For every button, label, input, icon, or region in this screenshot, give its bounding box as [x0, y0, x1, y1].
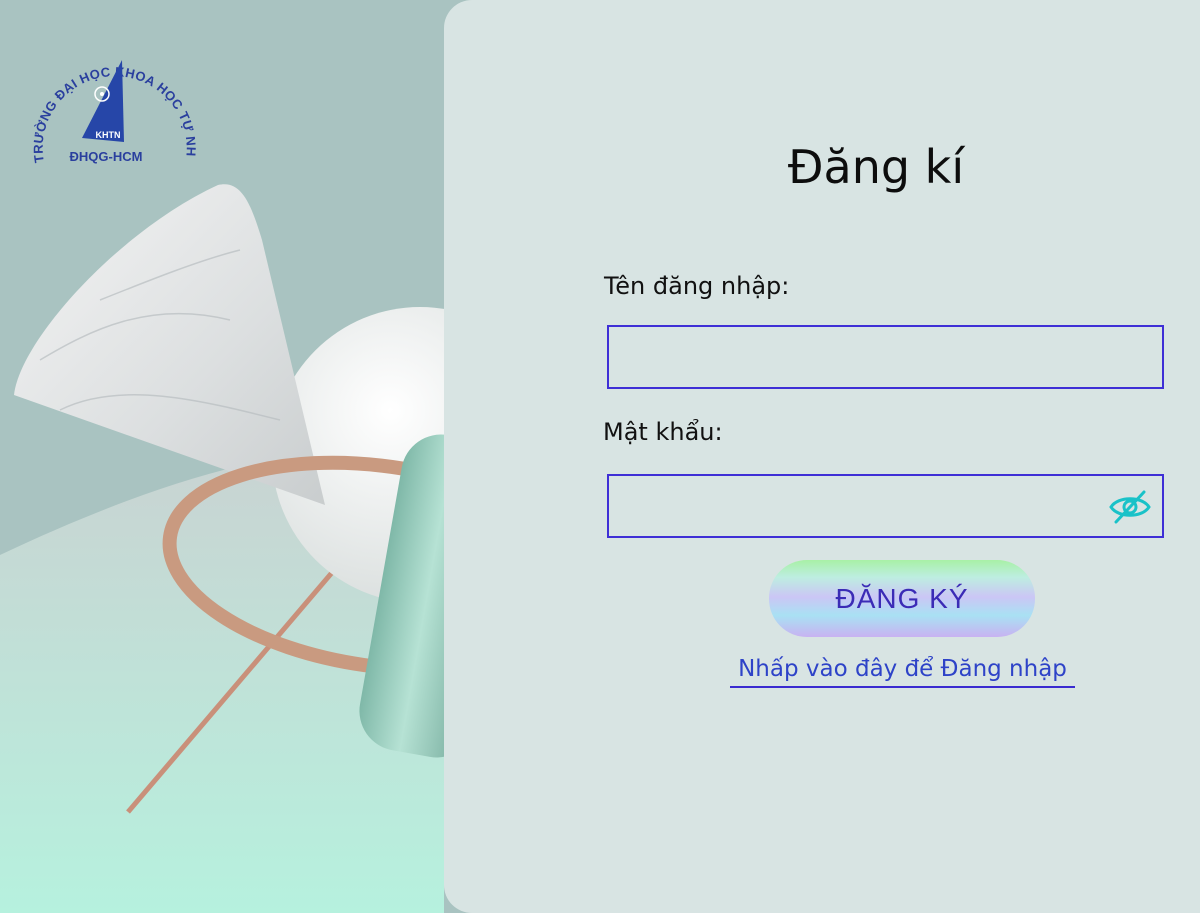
password-label: Mật khẩu:: [603, 418, 723, 446]
logo-abbr: KHTN: [96, 130, 121, 140]
page-title: Đăng kí: [787, 140, 965, 194]
username-label: Tên đăng nhập:: [604, 272, 790, 300]
login-link[interactable]: Nhấp vào đây để Đăng nhập: [730, 656, 1075, 688]
register-panel: [444, 0, 1200, 913]
register-button[interactable]: ĐĂNG KÝ: [769, 560, 1035, 637]
logo-subtitle: ĐHQG-HCM: [70, 149, 143, 164]
university-logo: TRƯỜNG ĐẠI HỌC KHOA HỌC TỰ NHIÊN KHTN ĐH…: [30, 36, 198, 164]
password-input[interactable]: [607, 474, 1164, 538]
username-input[interactable]: [607, 325, 1164, 389]
eye-slash-icon[interactable]: [1108, 487, 1152, 527]
